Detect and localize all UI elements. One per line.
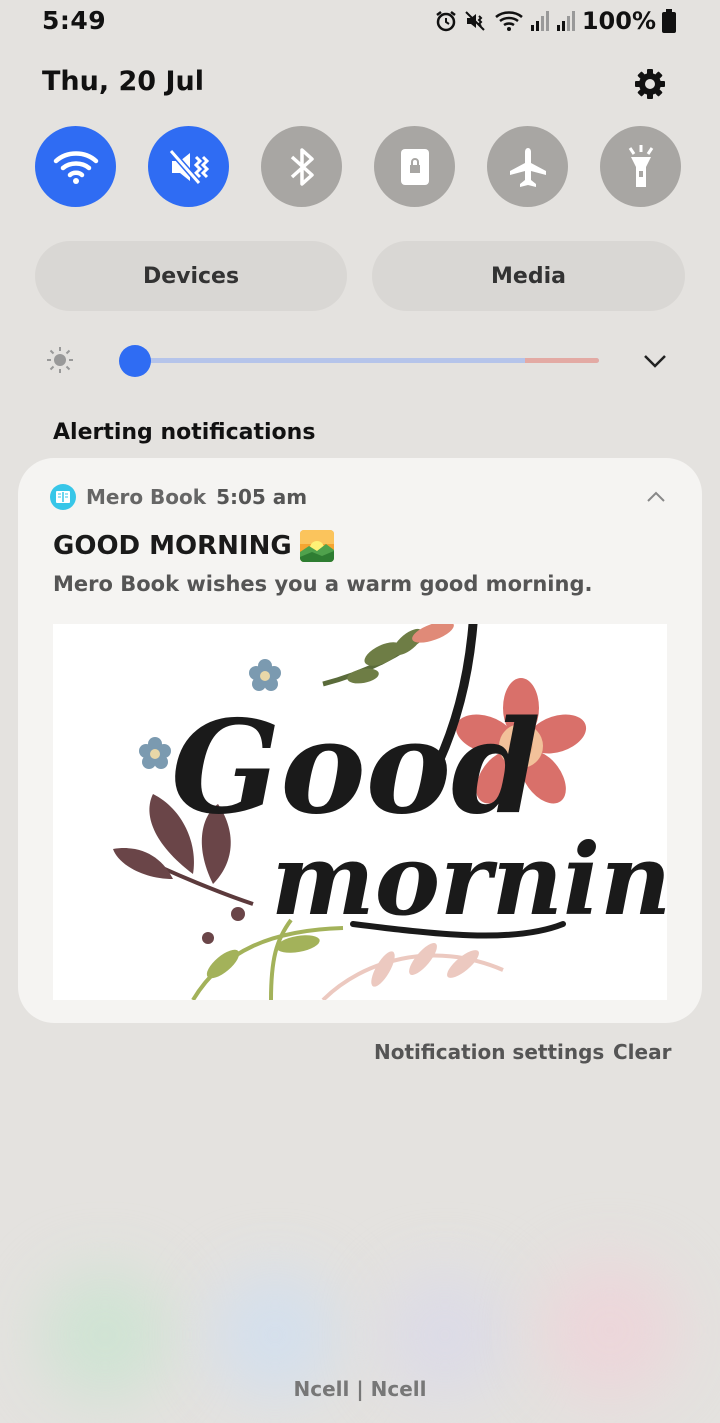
chevron-up-icon[interactable] — [646, 490, 666, 504]
alarm-icon — [436, 11, 456, 32]
app-name: Mero Book — [86, 485, 207, 509]
notification-title-text: GOOD MORNING — [53, 531, 292, 561]
sun-icon — [47, 347, 73, 373]
clear-button[interactable]: Clear — [613, 1040, 671, 1064]
svg-text:Good: Good — [171, 693, 541, 843]
notification-card[interactable]: Mero Book 5:05 am GOOD MORNING Mero Book… — [18, 458, 702, 1023]
wifi-toggle[interactable] — [35, 126, 116, 207]
signal-icon — [556, 11, 575, 31]
wifi-icon — [53, 150, 98, 184]
devices-button[interactable]: Devices — [35, 241, 347, 311]
mute-toggle[interactable] — [148, 126, 229, 207]
section-title: Alerting notifications — [53, 420, 316, 445]
clock: 5:49 — [42, 6, 107, 35]
carrier-label: Ncell | Ncell — [293, 1377, 427, 1401]
notification-title: GOOD MORNING — [53, 530, 334, 562]
lock-rotation-icon — [400, 148, 429, 185]
battery-percentage: 100% — [581, 7, 656, 35]
airplane-toggle[interactable] — [487, 126, 568, 207]
signal-icon — [530, 11, 549, 31]
app-icon — [50, 484, 76, 510]
date-label: Thu, 20 Jul — [42, 66, 205, 97]
sunrise-icon — [299, 530, 334, 562]
battery-icon — [662, 9, 676, 33]
svg-text:morning: morning — [271, 823, 667, 938]
gear-icon[interactable] — [632, 66, 668, 102]
rotation-lock-toggle[interactable] — [374, 126, 455, 207]
flashlight-toggle[interactable] — [600, 126, 681, 207]
wifi-icon — [495, 11, 523, 31]
notification-body: Mero Book wishes you a warm good morning… — [53, 572, 593, 596]
mute-icon — [465, 11, 485, 31]
flashlight-icon — [628, 144, 653, 187]
quick-settings-row — [35, 126, 681, 207]
brightness-slider-thumb[interactable] — [119, 345, 151, 377]
airplane-icon — [509, 147, 546, 187]
notification-image[interactable]: Good morning — [53, 624, 667, 1000]
media-button[interactable]: Media — [372, 241, 685, 311]
devices-button-label: Devices — [142, 263, 240, 289]
media-button-label: Media — [491, 263, 566, 289]
bluetooth-icon — [290, 147, 314, 186]
notification-settings-button[interactable]: Notification settings — [374, 1040, 604, 1064]
notification-header: Mero Book 5:05 am — [50, 484, 307, 510]
mute-vibrate-icon — [168, 148, 209, 185]
good-morning-illustration: Good morning — [113, 624, 667, 1000]
status-bar: 5:49 100% — [0, 0, 720, 44]
brightness-control — [0, 340, 720, 380]
status-icons: 100% — [434, 6, 676, 36]
notification-time: 5:05 am — [216, 485, 308, 509]
brightness-slider-track-end — [525, 358, 599, 363]
bluetooth-toggle[interactable] — [261, 126, 342, 207]
chevron-down-icon[interactable] — [642, 348, 668, 372]
book-icon — [56, 491, 70, 503]
